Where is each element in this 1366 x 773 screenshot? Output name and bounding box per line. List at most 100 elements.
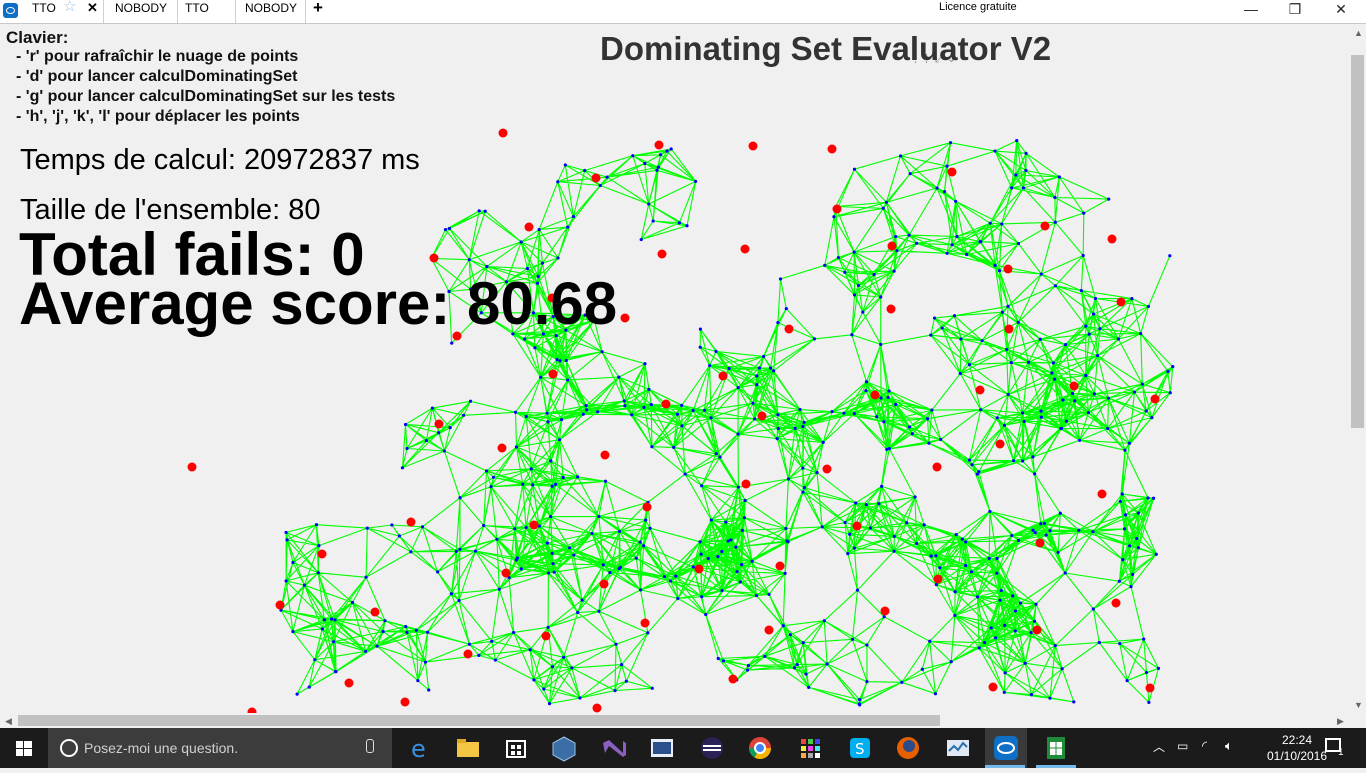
- terminal-icon[interactable]: [647, 733, 677, 763]
- graph-point: [566, 225, 570, 229]
- graph-point: [1118, 642, 1122, 646]
- graph-point: [979, 240, 983, 244]
- graph-point: [647, 202, 651, 206]
- graph-point: [1070, 391, 1075, 396]
- spreadsheet-icon[interactable]: [1041, 733, 1071, 763]
- microphone-icon[interactable]: [366, 739, 374, 753]
- grid-app-icon[interactable]: [795, 733, 825, 763]
- graph-point: [830, 410, 834, 414]
- vertical-scroll-thumb[interactable]: [1351, 55, 1364, 428]
- graph-point: [333, 670, 338, 674]
- task-monitor-icon[interactable]: [943, 733, 973, 763]
- wifi-icon[interactable]: ◜: [1202, 738, 1207, 754]
- graph-point: [930, 408, 934, 412]
- graph-point: [634, 556, 638, 560]
- graph-point: [1006, 304, 1010, 308]
- graph-point: [755, 374, 759, 378]
- dominating-point: [498, 128, 508, 138]
- scroll-down-icon[interactable]: ▼: [1354, 700, 1363, 710]
- graph-point: [624, 679, 628, 683]
- graph-point: [1078, 438, 1082, 442]
- chrome-icon[interactable]: [745, 733, 775, 763]
- graph-point: [404, 625, 408, 629]
- tab-tto-1[interactable]: TTO ☆ ✕: [25, 0, 104, 23]
- graph-point: [843, 520, 847, 525]
- graph-point: [706, 556, 710, 561]
- graph-point: [954, 199, 958, 203]
- cortana-search-box[interactable]: Posez-moi une question.: [48, 728, 392, 768]
- edge-icon[interactable]: e: [405, 733, 435, 763]
- graph-point: [580, 598, 584, 602]
- eclipse-icon[interactable]: [697, 733, 727, 763]
- window-close-icon[interactable]: ✕: [1326, 1, 1356, 21]
- graph-point: [1156, 666, 1161, 670]
- scroll-left-icon[interactable]: ◀: [5, 716, 12, 727]
- store-icon[interactable]: [501, 733, 531, 763]
- graph-point: [550, 665, 555, 669]
- minimize-icon[interactable]: —: [1236, 1, 1266, 21]
- graph-point: [746, 663, 751, 668]
- graph-point: [642, 405, 646, 409]
- chevron-up-icon[interactable]: ︿: [1153, 738, 1165, 755]
- scroll-up-icon[interactable]: ▲: [1354, 28, 1363, 38]
- star-icon[interactable]: ☆: [63, 0, 76, 15]
- graph-point: [1084, 373, 1088, 378]
- graph-point: [952, 314, 957, 318]
- cortana-icon: [60, 739, 78, 757]
- graph-point: [807, 685, 811, 689]
- scroll-right-icon[interactable]: ▶: [1337, 716, 1344, 727]
- graph-point: [922, 523, 926, 527]
- graph-point: [1039, 415, 1043, 419]
- graph-point: [980, 339, 984, 343]
- graph-point: [467, 642, 472, 646]
- graph-point: [720, 589, 724, 593]
- notification-count: 1: [1338, 747, 1344, 758]
- graph-point: [913, 495, 917, 499]
- graph-point: [792, 666, 797, 670]
- graph-point: [1061, 398, 1065, 402]
- horizontal-scroll-thumb[interactable]: [18, 715, 940, 726]
- graph-point: [965, 252, 969, 257]
- graph-point: [825, 662, 829, 666]
- skype-icon[interactable]: S: [845, 733, 875, 763]
- graph-point: [1086, 411, 1091, 415]
- remote-desktop-canvas[interactable]: ⋮⋮ ⤢ ⌄ Clavier: - 'r' pour rafraîchir le n…: [0, 24, 1349, 713]
- restore-icon[interactable]: ❐: [1280, 1, 1310, 21]
- graph-point: [1063, 343, 1068, 347]
- visual-studio-icon[interactable]: [599, 733, 629, 763]
- key-help-line: - 'd' pour lancer calculDominatingSet: [16, 68, 298, 85]
- start-button[interactable]: [0, 728, 48, 768]
- tab-nobody-2[interactable]: NOBODY: [238, 0, 306, 23]
- graph-point: [1091, 530, 1095, 534]
- graph-point: [683, 472, 687, 476]
- graph-point: [843, 270, 847, 274]
- graph-point: [537, 227, 541, 232]
- graph-point: [1121, 558, 1125, 562]
- volume-icon[interactable]: 🔈︎: [1225, 738, 1233, 754]
- teamviewer-icon[interactable]: [985, 728, 1027, 768]
- graph-point: [1021, 186, 1026, 190]
- graph-point: [491, 475, 496, 479]
- clock[interactable]: 22:24 01/10/2016: [1262, 732, 1332, 764]
- dominating-point: [654, 140, 664, 150]
- battery-icon[interactable]: ▭: [1177, 739, 1188, 753]
- graph-point: [716, 555, 720, 559]
- graph-point: [447, 226, 452, 231]
- firefox-icon[interactable]: [893, 733, 923, 763]
- graph-point: [784, 526, 788, 531]
- tab-nobody-1[interactable]: NOBODY: [108, 0, 178, 23]
- graph-point: [975, 595, 980, 599]
- file-explorer-icon[interactable]: [453, 733, 483, 763]
- graph-point: [801, 424, 805, 429]
- graph-point: [988, 509, 992, 514]
- close-icon[interactable]: ✕: [87, 0, 98, 16]
- new-tab-plus-icon[interactable]: +: [313, 0, 323, 18]
- dominating-point: [975, 385, 985, 395]
- virtualbox-icon[interactable]: [549, 733, 579, 763]
- tab-tto-2[interactable]: TTO: [178, 0, 236, 23]
- graph-point: [1016, 241, 1021, 246]
- graph-point: [907, 233, 911, 237]
- graph-point: [524, 414, 528, 419]
- dominating-point: [694, 564, 704, 574]
- graph-point: [1147, 700, 1151, 704]
